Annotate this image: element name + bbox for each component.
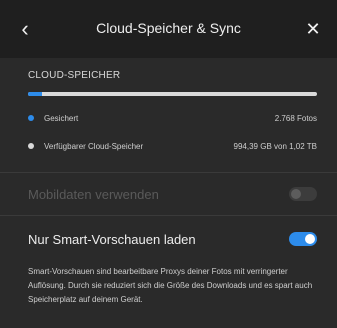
legend-value-available: 994,39 GB von 1,02 TB xyxy=(233,141,317,151)
setting-row-smart-previews: Nur Smart-Vorschauen laden xyxy=(28,227,317,251)
toggle-knob xyxy=(305,234,315,244)
close-icon[interactable]: ✕ xyxy=(303,19,323,39)
legend-label-available: Verfügbarer Cloud-Speicher xyxy=(44,141,144,151)
page-title: Cloud-Speicher & Sync xyxy=(96,20,241,36)
available-dot-icon xyxy=(28,143,34,149)
setting-row-mobile-data: Mobildaten verwenden xyxy=(28,182,317,206)
used-dot-icon xyxy=(28,115,34,121)
mobile-data-label: Mobildaten verwenden xyxy=(28,186,159,202)
toggle-knob xyxy=(291,189,301,199)
header-bar: ‹ Cloud-Speicher & Sync ✕ xyxy=(0,0,337,58)
smart-previews-label: Nur Smart-Vorschauen laden xyxy=(28,231,196,247)
storage-usage-bar xyxy=(28,92,317,96)
storage-usage-fill xyxy=(28,92,43,96)
section-label-cloud-storage: CLOUD-SPEICHER xyxy=(28,70,121,81)
legend-row-backed-up: Gesichert 2.768 Fotos xyxy=(28,111,317,125)
smart-previews-description: Smart-Vorschauen sind bearbeitbare Proxy… xyxy=(28,267,313,304)
divider xyxy=(0,172,337,173)
mobile-data-toggle[interactable] xyxy=(289,187,317,201)
legend-value-backed-up: 2.768 Fotos xyxy=(274,113,317,123)
legend-row-available: Verfügbarer Cloud-Speicher 994,39 GB von… xyxy=(28,139,317,153)
legend-label-backed-up: Gesichert xyxy=(44,113,79,123)
divider xyxy=(0,215,337,216)
smart-previews-toggle[interactable] xyxy=(289,232,317,246)
